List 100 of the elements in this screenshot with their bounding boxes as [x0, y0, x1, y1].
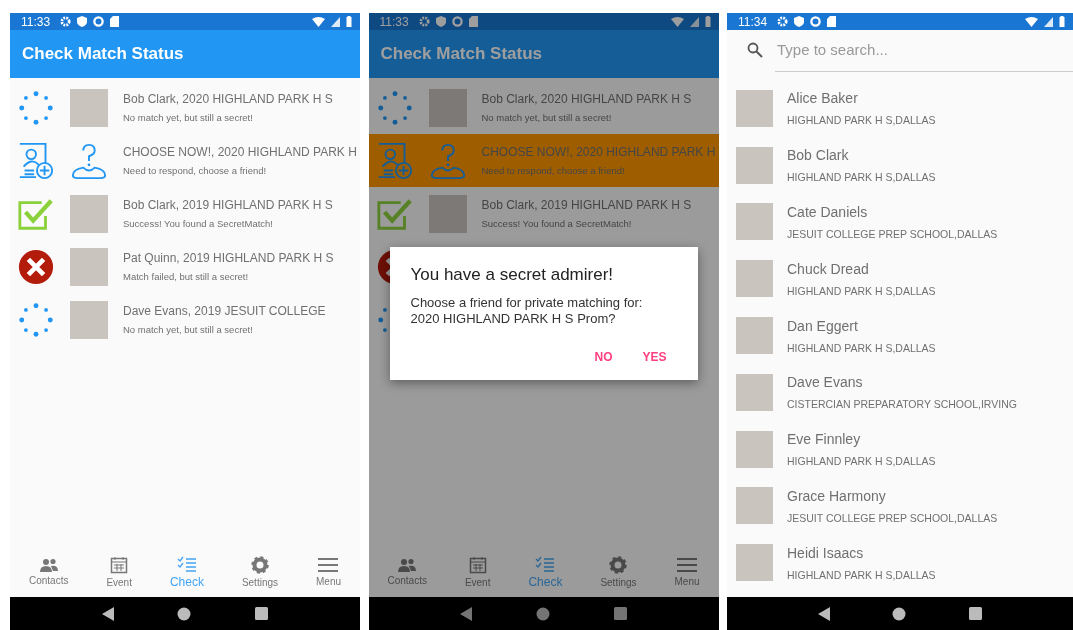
- contact-name: Eve Finnley: [787, 431, 862, 448]
- loading-dots-icon: [17, 300, 55, 339]
- nav-tab[interactable]: Event: [102, 556, 136, 588]
- sd-card-icon: [110, 16, 120, 27]
- battery-icon: [704, 16, 711, 27]
- contact-item[interactable]: Heidi Isaacs HIGHLAND PARK H S,DALLAS: [727, 534, 1073, 592]
- contact-item[interactable]: Chuck Dread HIGHLAND PARK H S,DALLAS: [727, 250, 1073, 308]
- nav-tab[interactable]: Menu: [670, 557, 704, 587]
- contact-item[interactable]: Bob Clark HIGHLAND PARK H S,DALLAS: [727, 136, 1073, 194]
- match-title: Bob Clark, 2019 HIGHLAND PARK H S: [123, 198, 333, 212]
- photo-placeholder: [428, 194, 467, 233]
- nav-tab[interactable]: Menu: [312, 557, 345, 587]
- status-time: 11:34: [738, 14, 768, 29]
- contact-name: Grace Harmony: [787, 487, 887, 504]
- contact-name: Dan Eggert: [787, 317, 859, 334]
- match-status-text: Success! You found a SecretMatch!: [481, 218, 633, 229]
- people-icon: [38, 558, 59, 572]
- nav-tab[interactable]: Check: [165, 555, 208, 589]
- contact-item[interactable]: Grace Harmony JESUIT COLLEGE PREP SCHOOL,DALLAS: [727, 477, 1073, 535]
- menu-icon: [318, 557, 339, 573]
- gear-icon: [60, 16, 72, 27]
- photo-placeholder: [736, 430, 773, 468]
- status-time: 11:33: [379, 14, 409, 29]
- match-row[interactable]: CHOOSE NOW!, 2020 HIGHLAND PARK H Need to respond, choose a friend!: [10, 134, 360, 187]
- match-row[interactable]: Bob Clark, 2019 HIGHLAND PARK H S Success! You found a SecretMatch!: [10, 187, 360, 240]
- contact-name: Alice Baker: [787, 90, 859, 107]
- dialog-button[interactable]: YES: [632, 343, 677, 370]
- photo-placeholder: [736, 146, 773, 184]
- match-status-text: Match failed, but still a secret!: [123, 271, 250, 282]
- match-status-text: No match yet, but still a secret!: [123, 112, 254, 123]
- match-status-text: Need to respond, choose a friend!: [481, 165, 626, 176]
- signal-icon: [689, 16, 699, 27]
- menu-icon: [677, 557, 697, 573]
- search-field[interactable]: Type to search...: [727, 30, 1073, 70]
- nav-tab[interactable]: Settings: [237, 556, 283, 588]
- checklist-icon: [535, 555, 556, 572]
- photo-placeholder: [736, 89, 773, 127]
- calendar-icon: [110, 556, 129, 574]
- home-icon[interactable]: [536, 606, 550, 621]
- photo-placeholder: [70, 194, 108, 233]
- match-status-text: No match yet, but still a secret!: [123, 324, 254, 335]
- match-title: Dave Evans, 2019 JESUIT COLLEGE: [123, 304, 326, 318]
- contact-name: Chuck Dread: [787, 260, 870, 277]
- settings-icon: [250, 556, 269, 574]
- sd-card-icon: [468, 16, 478, 27]
- battery-icon: [346, 16, 352, 27]
- nav-tab[interactable]: Event: [460, 556, 495, 588]
- photo-placeholder: [736, 373, 773, 411]
- match-status-text: Success! You found a SecretMatch!: [123, 218, 274, 229]
- match-title: Bob Clark, 2020 HIGHLAND PARK H S: [123, 92, 333, 106]
- contact-school: HIGHLAND PARK H S,DALLAS: [787, 114, 936, 127]
- contact-item[interactable]: Eve Finnley HIGHLAND PARK H S,DALLAS: [727, 420, 1073, 478]
- match-row[interactable]: Dave Evans, 2019 JESUIT COLLEGE No match yet, but still a secret!: [10, 293, 360, 346]
- screen-title: Check Match Status: [22, 44, 184, 64]
- contact-school: HIGHLAND PARK H S,DALLAS: [787, 284, 936, 297]
- match-status-text: No match yet, but still a secret!: [481, 112, 613, 123]
- contact-item[interactable]: Cate Daniels JESUIT COLLEGE PREP SCHOOL,DALLAS: [727, 193, 1073, 251]
- contact-school: JESUIT COLLEGE PREP SCHOOL,DALLAS: [787, 228, 998, 240]
- contact-name: Dave Evans: [787, 374, 864, 391]
- search-icon: [747, 42, 763, 58]
- match-row[interactable]: Pat Quinn, 2019 HIGHLAND PARK H S Match failed, but still a secret!: [10, 240, 360, 293]
- photo-placeholder: [736, 260, 773, 298]
- photo-placeholder: [736, 544, 773, 582]
- home-icon[interactable]: [177, 606, 192, 621]
- match-row[interactable]: Bob Clark, 2020 HIGHLAND PARK H S No match yet, but still a secret!: [368, 81, 719, 134]
- question-person-icon: [70, 141, 108, 180]
- photo-placeholder: [428, 88, 467, 127]
- match-row[interactable]: Bob Clark, 2020 HIGHLAND PARK H S No match yet, but still a secret!: [10, 81, 360, 134]
- home-icon[interactable]: [892, 606, 907, 621]
- photo-placeholder: [70, 300, 108, 339]
- back-icon[interactable]: [101, 606, 114, 621]
- back-icon[interactable]: [818, 606, 831, 621]
- signal-icon: [331, 16, 340, 27]
- shield-icon: [435, 16, 446, 27]
- contact-school: CISTERCIAN PREPARATORY SCHOOL,IRVING: [787, 398, 1017, 411]
- gear-icon: [418, 16, 430, 27]
- match-title: CHOOSE NOW!, 2020 HIGHLAND PARK H: [481, 145, 716, 159]
- photo-placeholder: [736, 487, 773, 525]
- match-row[interactable]: Bob Clark, 2019 HIGHLAND PARK H S Success! You found a SecretMatch!: [368, 187, 719, 240]
- contact-item[interactable]: Alice Baker HIGHLAND PARK H S,DALLAS: [727, 80, 1073, 137]
- loading-dots-icon: [375, 88, 414, 127]
- contact-school: HIGHLAND PARK H S,DALLAS: [787, 568, 936, 581]
- recents-icon[interactable]: [613, 607, 627, 620]
- calendar-icon: [468, 556, 487, 574]
- back-icon[interactable]: [460, 606, 473, 621]
- recents-icon[interactable]: [968, 607, 982, 620]
- wifi-icon: [312, 16, 325, 27]
- contact-name: Heidi Isaacs: [787, 544, 865, 561]
- battery-icon: [1059, 16, 1065, 27]
- nav-tab[interactable]: Settings: [596, 556, 641, 588]
- match-title: CHOOSE NOW!, 2020 HIGHLAND PARK H: [123, 145, 357, 159]
- dialog-button[interactable]: NO: [584, 343, 623, 370]
- nav-tab[interactable]: Contacts: [24, 558, 73, 586]
- loading-dots-icon: [17, 88, 55, 127]
- nav-tab[interactable]: Contacts: [383, 558, 431, 586]
- contact-name: Bob Clark: [787, 147, 850, 164]
- contact-item[interactable]: Dave Evans CISTERCIAN PREPARATORY SCHOOL,IRVING: [727, 364, 1073, 421]
- recents-icon[interactable]: [255, 607, 269, 620]
- contact-item[interactable]: Dan Eggert HIGHLAND PARK H S,DALLAS: [727, 307, 1073, 364]
- add-contact-icon: [17, 141, 55, 180]
